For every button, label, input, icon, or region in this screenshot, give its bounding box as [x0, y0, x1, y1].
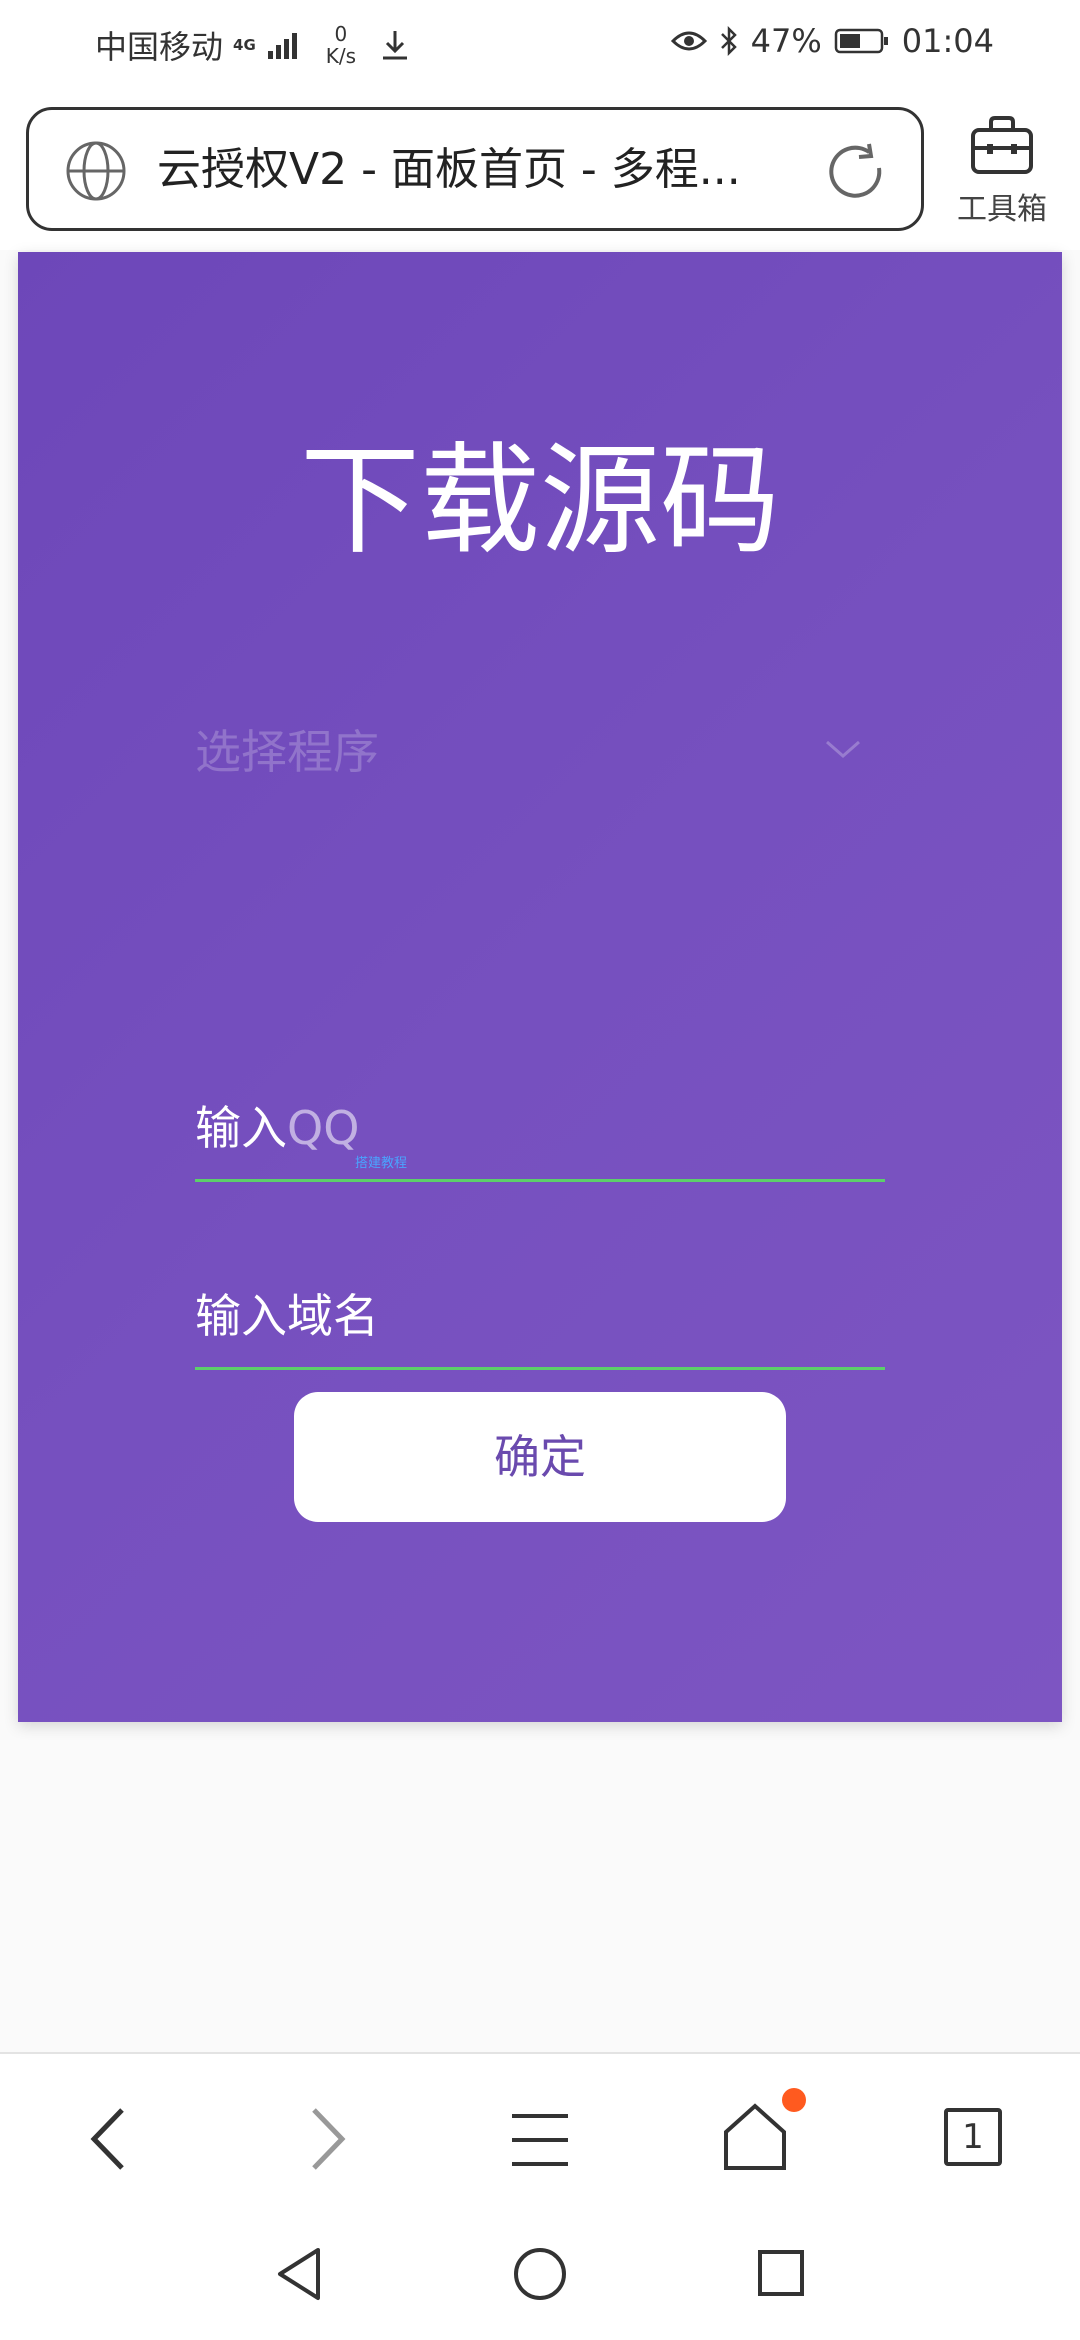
download-form-card: 下载源码 选择程序 输入QQ 输入域名 搭建教程 确定 — [18, 252, 1062, 1722]
tab-count-button[interactable]: 1 — [944, 2108, 1002, 2166]
toolbox-button[interactable]: 工具箱 — [942, 114, 1062, 228]
globe-icon — [66, 141, 126, 201]
system-recents-icon[interactable] — [756, 2248, 806, 2298]
system-navigation — [0, 2222, 1080, 2340]
net-speed-unit: K/s — [325, 44, 357, 68]
eye-icon — [670, 31, 707, 51]
bluetooth-icon — [720, 25, 737, 57]
notification-dot — [782, 2088, 806, 2112]
address-bar[interactable]: 云授权V2 - 面板首页 - 多程... — [26, 107, 924, 231]
carrier-label: 中国移动 — [95, 28, 224, 66]
confirm-button[interactable]: 确定 — [294, 1392, 786, 1522]
clock: 01:04 — [901, 22, 994, 60]
signal-icon — [267, 33, 297, 59]
form-heading: 下载源码 — [300, 432, 780, 571]
chevron-down-icon — [826, 740, 860, 758]
home-icon — [724, 2103, 786, 2170]
system-home-icon[interactable] — [512, 2246, 568, 2302]
page-title[interactable]: 云授权V2 - 面板首页 - 多程... — [157, 140, 797, 200]
menu-icon[interactable] — [510, 2110, 570, 2170]
net-speed-value: 0 — [334, 22, 348, 46]
network-type: 4G — [233, 35, 256, 54]
tutorial-link[interactable]: 搭建教程 — [355, 1152, 407, 1171]
home-button[interactable] — [722, 2088, 806, 2176]
qq-placeholder: QQ — [287, 1101, 360, 1155]
program-select[interactable]: 选择程序 — [195, 712, 885, 792]
browser-page: 中国移动 4G 0 K/s 47% 01:04 云授权V2 - 面板首页 - 多… — [0, 0, 1080, 2340]
toolbox-icon — [971, 116, 1033, 174]
status-bar: 中国移动 4G 0 K/s 47% 01:04 — [0, 0, 1080, 90]
program-select-placeholder: 选择程序 — [195, 725, 379, 779]
download-icon — [383, 31, 408, 60]
domain-input[interactable]: 输入域名 — [195, 1260, 885, 1370]
browser-toolbar: 云授权V2 - 面板首页 - 多程... 工具箱 — [0, 90, 1080, 250]
battery-icon — [834, 28, 888, 54]
system-back-icon[interactable] — [274, 2246, 324, 2302]
battery-percent: 47% — [750, 22, 822, 60]
qq-input-label: 输入QQ — [195, 1092, 359, 1158]
net-speed: 0 K/s — [326, 23, 356, 67]
qq-label-text: 输入 — [195, 1101, 287, 1155]
domain-input-label: 输入域名 — [195, 1289, 379, 1343]
qq-input[interactable]: 输入QQ — [195, 1072, 885, 1182]
forward-icon[interactable] — [302, 2106, 352, 2172]
reload-icon[interactable] — [825, 140, 889, 204]
bottom-navigation: 1 — [0, 2052, 1080, 2222]
toolbox-label: 工具箱 — [957, 192, 1047, 227]
back-icon[interactable] — [84, 2106, 134, 2172]
